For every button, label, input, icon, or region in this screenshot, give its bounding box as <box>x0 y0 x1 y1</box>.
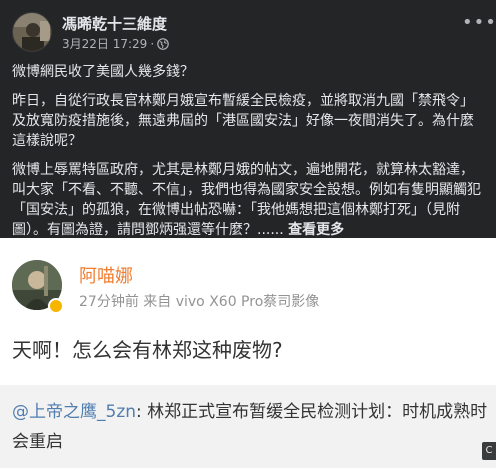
post-date[interactable]: 3月22日 17:29 <box>62 35 147 52</box>
weibo-mention: @上帝之鹰_5zn <box>12 402 137 422</box>
see-more-link[interactable]: 查看更多 <box>288 222 344 238</box>
author-avatar[interactable] <box>12 12 52 52</box>
post-paragraph: 微博上辱罵特區政府，尤其是林鄭月娥的帖文，遍地開花，就算林太豁達，叫大家「不看、… <box>12 160 486 240</box>
meta-separator: · <box>150 36 155 51</box>
weibo-repost-text: @上帝之鹰_5zn: 林郑正式宣布暂缓全民检测计划：时机成熟时会重启 <box>12 397 488 457</box>
author-name[interactable]: 馮晞乾十三維度 <box>62 13 167 34</box>
post-meta: 3月22日 17:29 · <box>62 35 169 52</box>
weibo-post-meta: 27分钟前 来自 vivo X60 Pro蔡司影像 <box>79 294 320 310</box>
post-paragraph: 昨日，自從行政長官林鄭月娥宣布暫緩全民檢疫，並將取消九國「禁飛令」及放寬防疫措施… <box>12 93 474 149</box>
more-options-icon[interactable]: ••• <box>462 14 496 36</box>
corner-tab[interactable]: C <box>482 442 496 460</box>
facebook-post: 馮晞乾十三維度 3月22日 17:29 · ••• 微博網民收了美國人幾多錢？ … <box>0 0 496 238</box>
post-paragraph: 微博網民收了美國人幾多錢？ <box>12 64 194 80</box>
weibo-repost-box: @上帝之鹰_5zn: 林郑正式宣布暂缓全民检测计划：时机成熟时会重启 <box>0 385 496 468</box>
weibo-user-name: 阿喵娜 <box>79 266 133 287</box>
post-body: 微博網民收了美國人幾多錢？ 昨日，自從行政長官林鄭月娥宣布暫緩全民檢疫，並將取消… <box>12 62 486 249</box>
weibo-post-content: 天啊！怎么会有林郑这种废物? <box>12 338 283 362</box>
verified-badge-icon <box>48 298 64 314</box>
weibo-screenshot: 阿喵娜 27分钟前 来自 vivo X60 Pro蔡司影像 天啊！怎么会有林郑这… <box>0 238 496 468</box>
globe-icon <box>157 37 169 50</box>
post-header: 馮晞乾十三維度 3月22日 17:29 · ••• <box>12 10 496 54</box>
post-paragraph-text: 微博上辱罵特區政府，尤其是林鄭月娥的帖文，遍地開花，就算林太豁達，叫大家「不看、… <box>12 162 481 238</box>
